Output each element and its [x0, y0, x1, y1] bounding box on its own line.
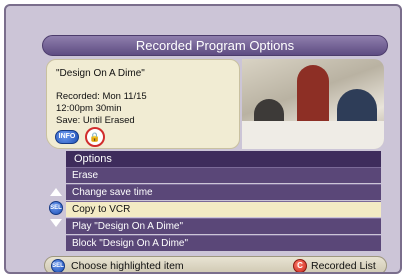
info-button[interactable]: INFO: [55, 130, 79, 144]
screen-title: Recorded Program Options: [42, 35, 388, 56]
options-header: Options: [66, 151, 381, 167]
sel-button-icon: SEL: [51, 259, 65, 272]
option-copy-to-vcr[interactable]: Copy to VCR: [66, 201, 381, 217]
program-thumbnail-image: [242, 59, 384, 149]
option-play[interactable]: Play "Design On A Dime": [66, 218, 381, 234]
save-status: Save: Until Erased: [56, 115, 135, 126]
recorded-date: Recorded: Mon 11/15: [56, 91, 147, 102]
photo-figure: [297, 65, 329, 125]
lock-icon: 🔒: [85, 127, 105, 147]
recorded-list-label[interactable]: Recorded List: [311, 260, 376, 272]
arrow-down-icon[interactable]: [50, 219, 62, 227]
recorded-program-options-screen: Recorded Program Options "Design On A Di…: [4, 4, 402, 274]
time-duration: 12:00pm 30min: [56, 103, 122, 114]
option-erase[interactable]: Erase: [66, 167, 381, 183]
c-button-icon: C: [293, 259, 307, 272]
program-info-panel: "Design On A Dime" Recorded: Mon 11/15 1…: [46, 59, 240, 149]
option-change-save-time[interactable]: Change save time: [66, 184, 381, 200]
option-block[interactable]: Block "Design On A Dime": [66, 235, 381, 251]
photo-table: [242, 121, 384, 149]
choose-highlighted-label[interactable]: Choose highlighted item: [71, 260, 184, 272]
program-name: "Design On A Dime": [56, 68, 145, 79]
scroll-controls: SEL: [47, 185, 65, 255]
footer-bar: SEL Choose highlighted item C Recorded L…: [44, 256, 387, 272]
sel-icon: SEL: [49, 201, 63, 215]
arrow-up-icon[interactable]: [50, 188, 62, 196]
